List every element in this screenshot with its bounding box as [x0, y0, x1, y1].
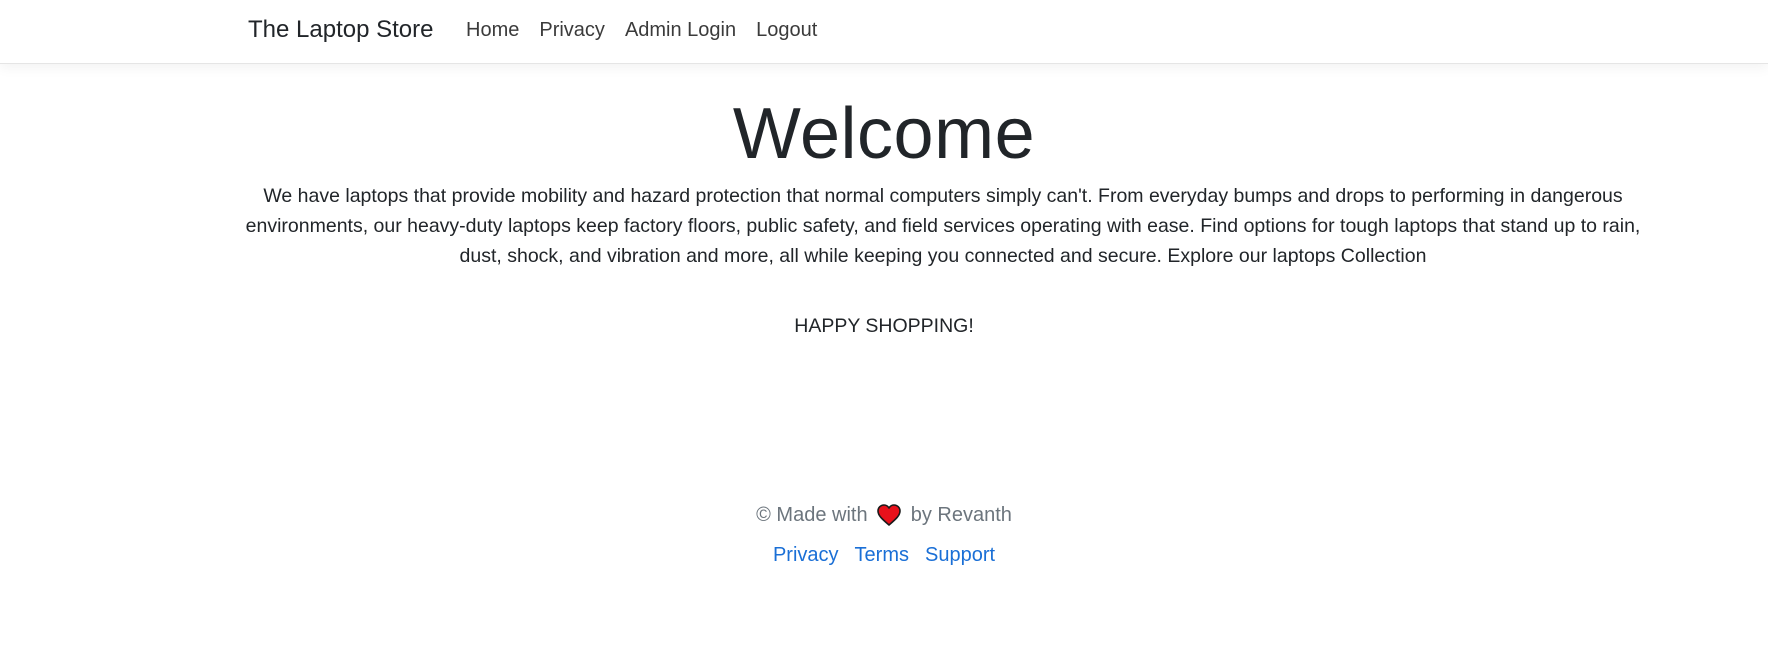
heart-icon [877, 504, 901, 535]
footer-terms-link[interactable]: Terms [855, 540, 909, 570]
brand-link[interactable]: The Laptop Store [248, 15, 433, 45]
nav-privacy-link[interactable]: Privacy [539, 17, 605, 43]
credit-prefix: © Made with [756, 504, 868, 526]
intro-paragraph: We have laptops that provide mobility an… [245, 185, 1641, 267]
footer-privacy-link[interactable]: Privacy [773, 540, 839, 570]
nav-logout-link[interactable]: Logout [756, 17, 817, 43]
nav-home-link[interactable]: Home [466, 17, 519, 43]
credit-suffix: by Revanth [910, 504, 1012, 526]
footer-links: Privacy Terms Support [0, 540, 1768, 570]
nav-links: Home Privacy Admin Login Logout [466, 17, 817, 43]
footer-support-link[interactable]: Support [925, 540, 995, 570]
nav-admin-login-link[interactable]: Admin Login [625, 17, 736, 43]
footer-credit: © Made with by Revanth [0, 500, 1768, 535]
footer: © Made with by Revanth Privacy Terms Sup… [0, 500, 1768, 570]
navbar: The Laptop Store Home Privacy Admin Logi… [0, 0, 1768, 64]
page-title: Welcome [732, 94, 1036, 174]
tagline: HAPPY SHOPPING! [794, 315, 974, 337]
